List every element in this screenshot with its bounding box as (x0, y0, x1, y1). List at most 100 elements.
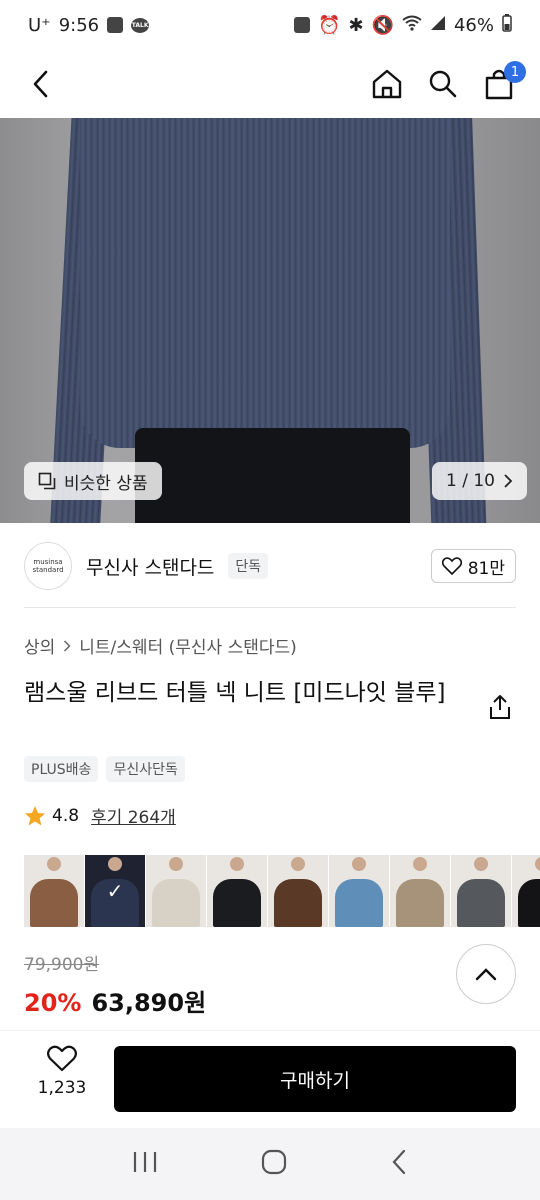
swatch-model-head (291, 857, 305, 871)
bottom-action-bar: 1,233 구매하기 (0, 1030, 540, 1125)
wishlist-count: 1,233 (37, 1078, 87, 1098)
top-nav: 1 (0, 50, 540, 118)
swatch-sweater (335, 879, 383, 927)
back-button[interactable] (24, 67, 58, 101)
chevron-right-icon (64, 639, 71, 652)
color-swatch-list: ✓ (24, 855, 540, 927)
product-title: 램스울 리브드 터틀 넥 니트 [미드나잇 블루] (24, 680, 446, 706)
swatch-model-head (535, 857, 540, 871)
chevron-up-icon (475, 968, 497, 981)
swatch-sweater (396, 879, 444, 927)
scroll-top-button[interactable] (456, 944, 516, 1004)
color-swatch[interactable]: ✓ (85, 855, 145, 927)
share-icon (490, 695, 510, 719)
brand-like-button[interactable]: 81만 (430, 549, 516, 583)
image-page-counter: 1 / 10 (446, 471, 495, 491)
carrier-label: U⁺ (28, 14, 51, 36)
color-swatch[interactable] (207, 855, 267, 927)
clock: 9:56 (58, 14, 100, 36)
cart-count-badge: 1 (504, 61, 526, 83)
color-swatch[interactable] (512, 855, 540, 927)
system-back-button[interactable] (390, 1149, 408, 1179)
product-photo-pants (135, 428, 410, 523)
brand-name[interactable]: 무신사 스탠다드 (86, 553, 214, 580)
rating-score: 4.8 (52, 805, 80, 826)
swatch-model-head (474, 857, 488, 871)
kakaotalk-notification-icon: TALK (131, 17, 150, 33)
breadcrumb-subcategory[interactable]: 니트/스웨터 (무신사 스탠다드) (79, 633, 296, 658)
brand-logo-text-2: standard (32, 566, 64, 574)
bluetooth-icon: ✱ (348, 14, 364, 36)
home-circle-icon (261, 1149, 287, 1175)
similar-items-icon (38, 472, 56, 490)
color-swatch[interactable] (146, 855, 206, 927)
exclusive-tag: 무신사단독 (106, 756, 185, 782)
product-tags: PLUS배송 무신사단독 (24, 756, 185, 782)
color-swatch[interactable] (451, 855, 511, 927)
home-button[interactable] (370, 67, 404, 101)
brand-like-count: 81만 (467, 558, 505, 579)
brand-logo[interactable]: musinsa standard (24, 542, 72, 590)
swatch-sweater (274, 879, 322, 927)
app-notification-icon (294, 17, 311, 33)
status-bar: U⁺ 9:56 TALK ⏰ ✱ 🔇 46% (0, 0, 540, 50)
similar-products-button[interactable]: 비슷한 상품 (24, 462, 162, 500)
check-icon: ✓ (106, 879, 124, 903)
battery-percent: 46% (453, 14, 494, 36)
chevron-right-icon (504, 474, 513, 488)
rating-row: 4.8 후기 264개 (24, 803, 176, 828)
mute-icon: 🔇 (371, 14, 394, 36)
wifi-icon (402, 15, 422, 36)
image-page-indicator[interactable]: 1 / 10 (432, 462, 527, 500)
heart-icon (441, 557, 462, 575)
alarm-icon: ⏰ (318, 14, 341, 36)
status-left: U⁺ 9:56 TALK (28, 14, 150, 36)
swatch-model-head (413, 857, 427, 871)
battery-icon (502, 13, 512, 37)
cart-button[interactable]: 1 (482, 61, 526, 101)
shipping-tag: PLUS배송 (24, 756, 99, 782)
status-right: ⏰ ✱ 🔇 46% (294, 13, 512, 37)
brand-logo-text-1: musinsa (33, 557, 63, 566)
swatch-model-head (108, 857, 122, 871)
price-row: 20% 63,890원 (24, 983, 206, 1018)
exclusive-badge: 단독 (228, 553, 269, 579)
swatch-model-head (352, 857, 366, 871)
color-swatch[interactable] (390, 855, 450, 927)
gallery-notification-icon (107, 17, 124, 33)
brand-row: musinsa standard 무신사 스탠다드 단독 81만 (24, 538, 516, 594)
signal-icon (430, 15, 446, 36)
star-icon (25, 805, 45, 825)
color-swatch[interactable] (24, 855, 84, 927)
recent-apps-button[interactable] (132, 1150, 158, 1178)
breadcrumb: 상의 니트/스웨터 (무신사 스탠다드) (24, 633, 297, 658)
wishlist-button[interactable]: 1,233 (24, 1045, 100, 1098)
original-price: 79,900원 (24, 955, 100, 975)
breadcrumb-category[interactable]: 상의 (24, 633, 55, 658)
swatch-sweater (457, 879, 505, 927)
color-swatch[interactable] (268, 855, 328, 927)
similar-products-label: 비슷한 상품 (64, 473, 148, 494)
discount-rate: 20% (24, 989, 82, 1017)
swatch-model-head (230, 857, 244, 871)
swatch-sweater (518, 879, 540, 927)
share-button[interactable] (488, 694, 516, 722)
home-system-button[interactable] (261, 1149, 287, 1179)
search-button[interactable] (426, 67, 460, 101)
recent-apps-icon (133, 1152, 156, 1172)
sale-price: 63,890원 (91, 989, 207, 1017)
color-swatch[interactable] (329, 855, 389, 927)
search-icon (429, 70, 457, 98)
review-count-link[interactable]: 후기 264개 (91, 803, 176, 828)
heart-icon (47, 1045, 77, 1072)
brand-info[interactable]: musinsa standard 무신사 스탠다드 단독 (24, 542, 269, 590)
back-chevron-icon (392, 1149, 406, 1175)
swatch-model-head (169, 857, 183, 871)
swatch-model-head (47, 857, 61, 871)
swatch-sweater (213, 879, 261, 927)
buy-button[interactable]: 구매하기 (114, 1046, 516, 1112)
product-photo-sweater (80, 118, 450, 448)
nav-actions: 1 (370, 61, 526, 101)
divider (24, 607, 516, 608)
swatch-sweater (30, 879, 78, 927)
